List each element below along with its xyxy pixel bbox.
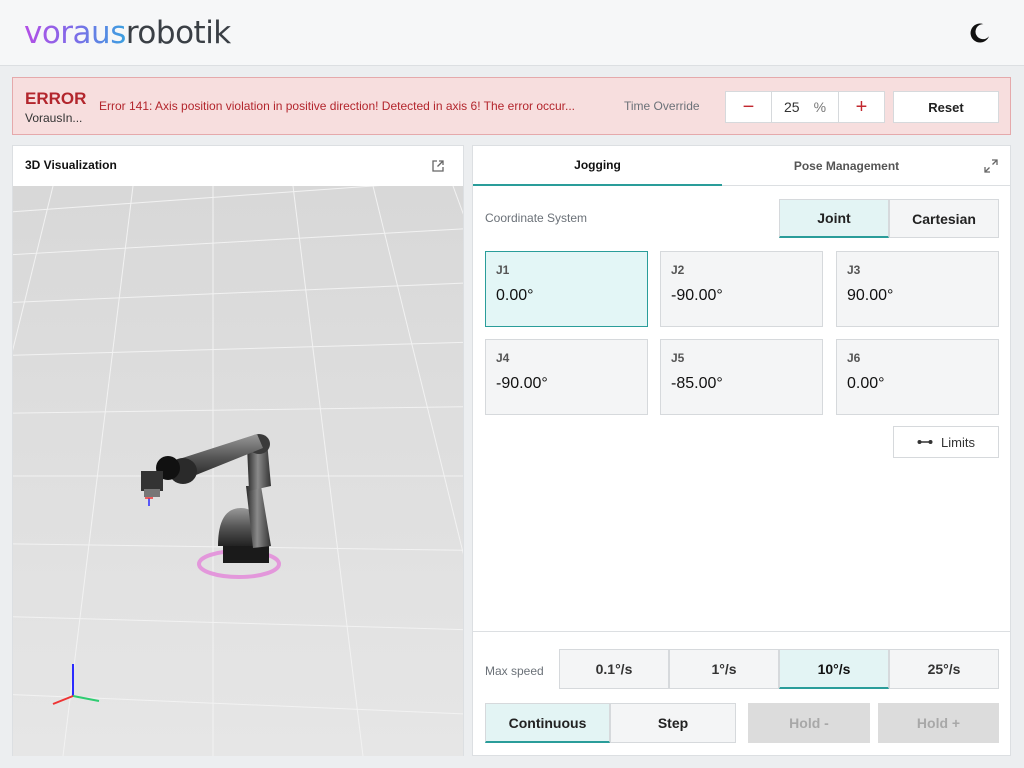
limits-label: Limits	[941, 434, 975, 450]
joint-value: -90.00°	[671, 287, 723, 304]
joint-mode-button[interactable]: Joint	[779, 199, 889, 238]
joint-name: J6	[847, 351, 861, 365]
limits-button[interactable]: Limits	[893, 426, 999, 458]
joint-name: J5	[671, 351, 685, 365]
override-unit: %	[813, 99, 827, 115]
increase-override-button[interactable]: +	[839, 92, 884, 122]
joint-card-j6[interactable]: J6 0.00°	[836, 339, 999, 415]
speed-option-10[interactable]: 10°/s	[779, 649, 889, 689]
joint-card-j3[interactable]: J3 90.00°	[836, 251, 999, 327]
cartesian-mode-button[interactable]: Cartesian	[889, 199, 999, 238]
override-value-field[interactable]: 25 %	[771, 92, 839, 122]
joint-value: 0.00°	[847, 375, 885, 392]
logo-voraus: voraus	[24, 15, 126, 51]
joint-value: 90.00°	[847, 287, 894, 304]
time-override-label: Time Override	[624, 99, 700, 113]
joint-name: J2	[671, 263, 685, 277]
panel-tabs: Jogging Pose Management	[473, 146, 1010, 186]
divider	[473, 631, 1010, 632]
expand-icon[interactable]	[983, 158, 999, 174]
3d-scene[interactable]	[13, 186, 463, 756]
hold-plus-button[interactable]: Hold +	[878, 703, 999, 743]
speed-option-0-1[interactable]: 0.1°/s	[559, 649, 669, 689]
continuous-mode-button[interactable]: Continuous	[485, 703, 610, 743]
visualization-header: 3D Visualization	[13, 146, 463, 186]
override-value: 25	[783, 99, 800, 115]
3d-viewport[interactable]	[13, 186, 463, 756]
error-title: ERROR	[25, 89, 87, 108]
logo-robotik: robotik	[125, 15, 231, 51]
error-message[interactable]: Error 141: Axis position violation in po…	[99, 99, 619, 113]
error-source: VorausIn...	[25, 111, 83, 125]
tab-pose-management[interactable]: Pose Management	[722, 146, 971, 186]
joint-value: -85.00°	[671, 375, 723, 392]
speed-option-1[interactable]: 1°/s	[669, 649, 779, 689]
time-override-stepper: − 25 % +	[725, 91, 885, 123]
step-mode-button[interactable]: Step	[610, 703, 736, 743]
tab-jogging[interactable]: Jogging	[473, 146, 722, 186]
joint-value: 0.00°	[496, 287, 534, 304]
moon-icon[interactable]	[968, 21, 992, 45]
decrease-override-button[interactable]: −	[726, 92, 771, 122]
app-header: vorausrobotik	[0, 0, 1024, 66]
external-link-icon[interactable]	[430, 158, 446, 174]
hold-minus-button[interactable]: Hold -	[748, 703, 870, 743]
joint-card-j4[interactable]: J4 -90.00°	[485, 339, 648, 415]
joint-name: J1	[496, 263, 510, 277]
max-speed-label: Max speed	[485, 664, 544, 678]
coordinate-system-label: Coordinate System	[485, 211, 588, 225]
joint-name: J3	[847, 263, 861, 277]
brand-logo: vorausrobotik	[24, 14, 231, 52]
joint-value: -90.00°	[496, 375, 548, 392]
joint-name: J4	[496, 351, 510, 365]
joint-card-j2[interactable]: J2 -90.00°	[660, 251, 823, 327]
reset-button[interactable]: Reset	[893, 91, 999, 123]
joint-card-j1[interactable]: J1 0.00°	[485, 251, 648, 327]
visualization-title: 3D Visualization	[25, 158, 117, 172]
joint-card-j5[interactable]: J5 -85.00°	[660, 339, 823, 415]
speed-option-25[interactable]: 25°/s	[889, 649, 999, 689]
jogging-panel: Jogging Pose Management Coordinate Syste…	[472, 145, 1011, 756]
limits-icon	[917, 440, 933, 444]
error-banner: ERROR VorausIn... Error 141: Axis positi…	[12, 77, 1011, 135]
visualization-panel: 3D Visualization	[12, 145, 464, 756]
